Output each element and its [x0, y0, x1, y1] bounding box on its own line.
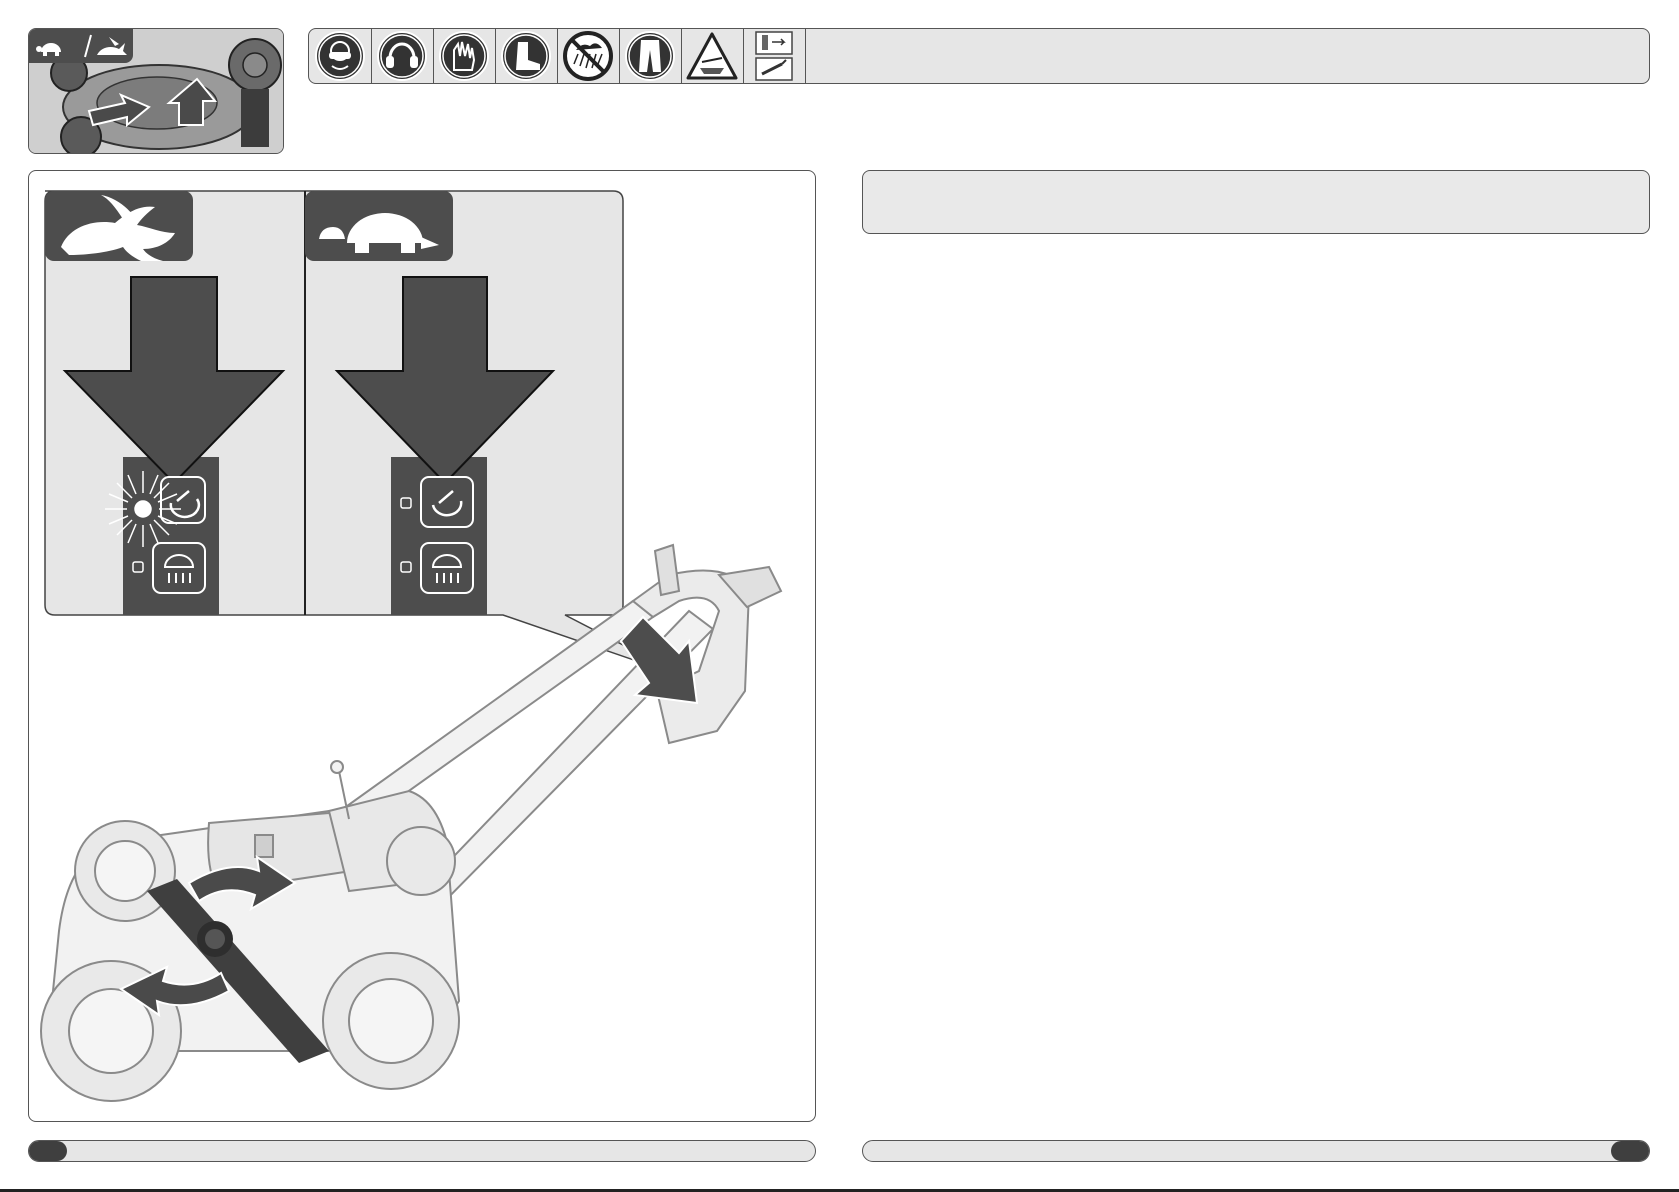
- speed-mode-tag: [29, 29, 133, 63]
- footer-bar-left: [28, 1140, 816, 1162]
- turtle-icon: [36, 43, 61, 56]
- illustration-panel: [28, 170, 816, 1122]
- turtle-mode-tag: [305, 191, 453, 261]
- speed-mode-illustration: [40, 190, 783, 1102]
- page-number-right: [1611, 1141, 1649, 1161]
- gloves-icon: [433, 29, 496, 83]
- warning-blade-icon: [681, 29, 744, 83]
- right-heading-box: [862, 170, 1650, 234]
- page-number-left: [29, 1141, 67, 1161]
- no-rain-icon: [557, 29, 620, 83]
- lawn-mower-drawing: [40, 543, 783, 1102]
- remove-battery-icon: [743, 29, 806, 83]
- long-trousers-icon: [619, 29, 682, 83]
- rabbit-mode-tag: [45, 191, 193, 261]
- mower-deck-thumbnail: [28, 28, 284, 154]
- safety-boots-icon: [495, 29, 558, 83]
- ear-protection-icon: [371, 29, 434, 83]
- footer-bar-right: [862, 1140, 1650, 1162]
- rabbit-icon: [97, 37, 127, 55]
- separator-slash: [84, 34, 92, 58]
- safety-glasses-icon: [309, 29, 372, 83]
- safety-icon-bar: [308, 28, 1650, 84]
